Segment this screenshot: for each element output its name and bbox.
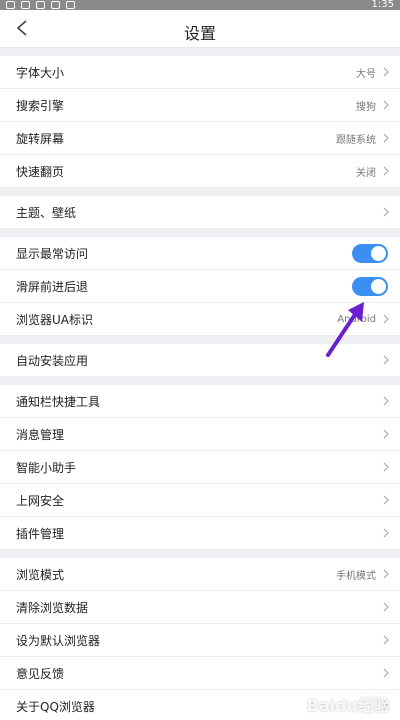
group-gap [0,336,400,344]
group-gap [0,550,400,558]
setting-value: 大号 [356,68,376,80]
setting-label: 上网安全 [16,493,65,508]
setting-label: 通知栏快捷工具 [16,394,101,409]
qq-icon [21,1,30,9]
setting-label: 旋转屏幕 [16,131,65,146]
chevron-right-icon [383,166,389,176]
setting-label: 浏览模式 [16,567,65,582]
chevron-right-icon [383,396,389,406]
chevron-right-icon [383,133,389,143]
group-gap [0,188,400,196]
chevron-right-icon [383,668,389,678]
setting-label: 字体大小 [16,65,65,80]
chevron-right-icon [383,635,389,645]
setting-value: 跟随系统 [336,134,376,146]
setting-value: 手机模式 [336,570,376,582]
chevron-right-icon [383,528,389,538]
status-icons [6,0,75,10]
chevron-right-icon [383,314,389,324]
settings-row[interactable]: 上网安全 [0,484,400,517]
app-icon [66,1,75,9]
setting-label: 浏览器UA标识 [16,312,93,327]
settings-row[interactable]: 意见反馈 [0,657,400,690]
settings-row[interactable]: 主题、壁纸 [0,196,400,229]
settings-row[interactable]: 字体大小 大号 [0,56,400,89]
setting-value: Android [337,313,376,325]
settings-row[interactable]: 清除浏览数据 [0,591,400,624]
settings-row[interactable]: 旋转屏幕 跟随系统 [0,122,400,155]
group-gap [0,229,400,237]
settings-row[interactable]: 浏览器UA标识 Android [0,303,400,336]
page-title: 设置 [183,24,216,43]
settings-row[interactable]: 快速翻页 关闭 [0,155,400,188]
chevron-right-icon [383,495,389,505]
settings-row[interactable]: 浏览模式 手机模式 [0,558,400,591]
chevron-right-icon [383,355,389,365]
chevron-right-icon [383,462,389,472]
settings-row[interactable]: 智能小助手 [0,451,400,484]
group-gap [0,377,400,385]
notification-icon [6,1,15,9]
status-time: 1:35 [371,0,394,10]
settings-row[interactable]: 消息管理 [0,418,400,451]
setting-value: 关闭 [356,167,376,179]
chevron-right-icon [383,602,389,612]
setting-label: 关于QQ浏览器 [16,699,95,714]
settings-row[interactable]: 滑屏前进后退 [0,270,400,303]
setting-label: 主题、壁纸 [16,205,77,220]
settings-row[interactable]: 搜索引擎 搜狗 [0,89,400,122]
toggle-switch[interactable] [352,277,388,296]
qq-browser-icon [51,1,60,9]
setting-label: 清除浏览数据 [16,600,89,615]
settings-row[interactable]: 插件管理 [0,517,400,550]
setting-label: 意见反馈 [16,666,65,681]
setting-label: 插件管理 [16,526,65,541]
group-gap [0,48,400,56]
chevron-right-icon [383,207,389,217]
weather-icon [36,1,45,9]
watermark: Baidu经验 [306,696,390,715]
chevron-right-icon [383,429,389,439]
toggle-switch[interactable] [352,244,388,263]
setting-label: 显示最常访问 [16,246,89,261]
chevron-right-icon [383,67,389,77]
setting-label: 快速翻页 [16,164,65,179]
setting-label: 设为默认浏览器 [16,633,101,648]
setting-label: 滑屏前进后退 [16,279,89,294]
settings-row[interactable]: 通知栏快捷工具 [0,385,400,418]
setting-label: 搜索引擎 [16,98,65,113]
chevron-right-icon [383,100,389,110]
settings-row[interactable]: 自动安装应用 [0,344,400,377]
settings-row[interactable]: 显示最常访问 [0,237,400,270]
status-bar: 1:35 [0,0,400,10]
setting-value: 搜狗 [356,101,376,113]
setting-label: 智能小助手 [16,460,77,475]
settings-list: 字体大小 大号搜索引擎 搜狗旋转屏幕 跟随系统快速翻页 关闭主题、壁纸显示最常访问 滑屏前… [0,48,400,720]
chevron-right-icon [383,569,389,579]
toggle-knob [371,279,386,294]
setting-label: 消息管理 [16,427,65,442]
toggle-knob [371,246,386,261]
nav-bar: 设置 [0,10,400,48]
setting-label: 自动安装应用 [16,353,89,368]
settings-row[interactable]: 设为默认浏览器 [0,624,400,657]
